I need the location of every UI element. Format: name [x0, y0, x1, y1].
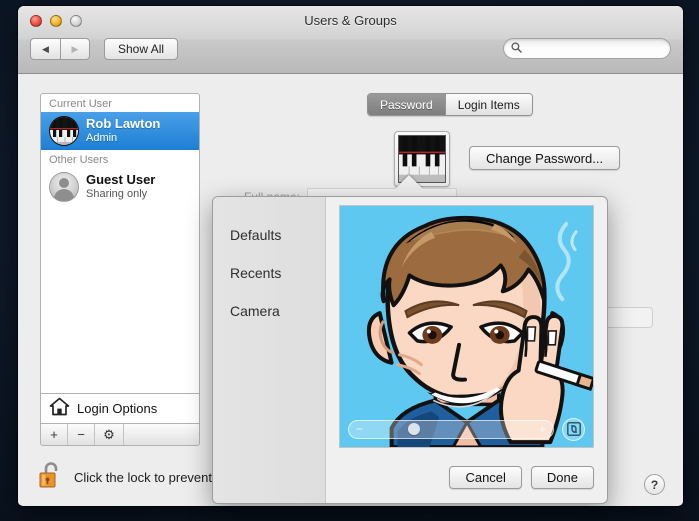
- button-bar-filler: [124, 424, 199, 445]
- cancel-button[interactable]: Cancel: [449, 466, 522, 489]
- navigation-buttons: ◀ ▶: [30, 38, 90, 60]
- zoom-out-label[interactable]: −: [356, 422, 363, 436]
- popover-source-recents[interactable]: Recents: [213, 257, 325, 289]
- popover-arrow: [395, 175, 423, 189]
- picture-preview[interactable]: [339, 205, 594, 448]
- user-row-rob-lawton[interactable]: Rob Lawton Admin: [41, 112, 199, 150]
- zoom-slider-knob[interactable]: [408, 423, 421, 435]
- popover-source-defaults[interactable]: Defaults: [213, 219, 325, 251]
- guest-avatar: [49, 172, 79, 202]
- zoom-control-row: − +: [339, 416, 594, 442]
- picture-picker-popover: Defaults Recents Camera − + Cancel Done: [212, 196, 608, 504]
- user-name: Guest User: [86, 172, 156, 188]
- help-button[interactable]: ?: [644, 474, 665, 495]
- add-user-button[interactable]: +: [41, 424, 68, 445]
- piano-avatar: [49, 116, 79, 146]
- user-list-buttons: + − ⚙: [40, 424, 200, 446]
- window-titlebar: Users & Groups ◀ ▶ Show All: [18, 6, 683, 74]
- user-row-guest-user[interactable]: Guest User Sharing only: [41, 168, 199, 206]
- tab-login-items[interactable]: Login Items: [444, 94, 532, 115]
- user-role: Sharing only: [86, 188, 148, 201]
- back-button[interactable]: ◀: [30, 38, 60, 60]
- done-button[interactable]: Done: [530, 466, 594, 489]
- gear-icon[interactable]: ⚙: [95, 424, 124, 445]
- cartoon-portrait-illustration: [340, 206, 593, 447]
- change-password-button[interactable]: Change Password...: [469, 146, 621, 170]
- user-role: Admin: [86, 132, 118, 145]
- login-options-label: Login Options: [77, 401, 158, 416]
- group-header-current-user: Current User: [41, 94, 199, 112]
- effects-icon[interactable]: [562, 417, 585, 441]
- user-list[interactable]: Current User Rob Lawton Admin Other User…: [40, 93, 200, 394]
- login-options-row[interactable]: Login Options: [40, 394, 200, 424]
- zoom-in-label[interactable]: +: [539, 422, 546, 436]
- popover-actions: Cancel Done: [449, 466, 594, 489]
- user-name: Rob Lawton: [86, 116, 161, 132]
- search-field[interactable]: [503, 38, 671, 59]
- show-all-button[interactable]: Show All: [104, 38, 179, 60]
- pane-tabs: Password Login Items: [367, 93, 533, 116]
- tab-password[interactable]: Password: [368, 94, 445, 115]
- home-icon: [49, 397, 70, 421]
- window-title: Users & Groups: [304, 13, 397, 28]
- popover-source-list: Defaults Recents Camera: [213, 197, 326, 503]
- forward-button[interactable]: ▶: [60, 38, 90, 60]
- popover-source-camera[interactable]: Camera: [213, 295, 325, 327]
- group-header-other-users: Other Users: [41, 150, 199, 168]
- unlocked-padlock-icon[interactable]: [38, 460, 64, 495]
- remove-user-button[interactable]: −: [68, 424, 95, 445]
- zoom-slider[interactable]: − +: [348, 419, 554, 439]
- search-icon: [511, 40, 522, 58]
- search-input[interactable]: [526, 42, 656, 55]
- popover-main: − + Cancel Done: [326, 197, 607, 503]
